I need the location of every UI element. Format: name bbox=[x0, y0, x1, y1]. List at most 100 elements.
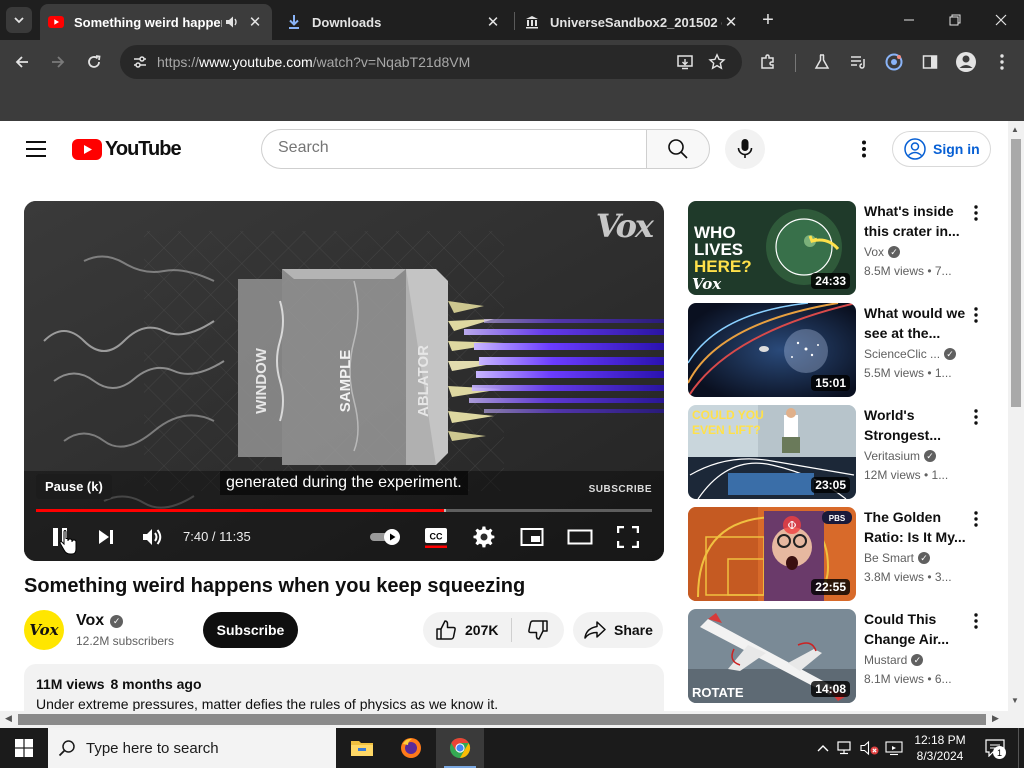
fullscreen-button[interactable] bbox=[614, 523, 642, 551]
youtube-logo[interactable]: YouTube bbox=[72, 137, 182, 161]
recommendation-item[interactable]: 15:01 What would we see at the... Scienc… bbox=[688, 303, 992, 397]
firefox-button[interactable] bbox=[387, 728, 435, 768]
subtitles-button[interactable]: CC bbox=[422, 523, 450, 551]
next-button[interactable] bbox=[92, 523, 120, 551]
scroll-down-arrow-icon[interactable]: ▼ bbox=[1011, 696, 1019, 705]
tab-universe-sandbox[interactable]: UniverseSandbox2_201502 dir ✕ bbox=[516, 4, 748, 40]
video-thumbnail[interactable]: ROTATE 14:08 bbox=[688, 609, 856, 703]
recommendation-item[interactable]: WHO LIVES HERE? Vox 24:33 What's inside … bbox=[688, 201, 992, 295]
media-control-button[interactable] bbox=[844, 48, 872, 76]
scroll-left-arrow-icon[interactable]: ◀ bbox=[5, 713, 12, 724]
subscribe-watermark[interactable]: SUBSCRIBE bbox=[589, 484, 652, 495]
notification-center-button[interactable]: 1 bbox=[980, 728, 1010, 768]
scroll-right-arrow-icon[interactable]: ▶ bbox=[992, 713, 999, 724]
profile-button[interactable] bbox=[952, 48, 980, 76]
youtube-wordmark: YouTube bbox=[105, 137, 182, 160]
guide-menu-icon[interactable] bbox=[20, 135, 52, 163]
reload-button[interactable] bbox=[80, 48, 108, 76]
search-box[interactable] bbox=[261, 129, 647, 169]
channel-avatar[interactable]: Vox bbox=[24, 610, 64, 650]
taskbar-search-box[interactable]: Type here to search bbox=[48, 728, 336, 768]
google-lens-button[interactable] bbox=[880, 48, 908, 76]
recommendation-item[interactable]: Φ PBS 22:55 The Golden Ratio: Is It My..… bbox=[688, 507, 992, 601]
fullscreen-icon bbox=[617, 526, 639, 548]
mute-button[interactable] bbox=[139, 523, 167, 551]
theater-mode-button[interactable] bbox=[566, 523, 594, 551]
recommendation-menu-icon[interactable] bbox=[964, 507, 988, 531]
progress-bar[interactable] bbox=[36, 509, 652, 512]
close-window-button[interactable] bbox=[978, 0, 1024, 40]
input-indicator-button[interactable] bbox=[884, 728, 904, 768]
share-button[interactable]: Share bbox=[573, 612, 663, 648]
settings-button[interactable] bbox=[470, 523, 498, 551]
recommendation-channel[interactable]: Veritasium ✓ bbox=[864, 449, 937, 463]
recommendation-item[interactable]: COULD YOU EVEN LIFT? 23:05 World's Stron… bbox=[688, 405, 992, 499]
extensions-button[interactable] bbox=[754, 48, 782, 76]
recommendation-menu-icon[interactable] bbox=[964, 405, 988, 429]
chrome-button[interactable] bbox=[436, 728, 484, 768]
search-input[interactable] bbox=[278, 139, 628, 157]
network-button[interactable] bbox=[836, 728, 856, 768]
side-panel-button[interactable] bbox=[916, 48, 944, 76]
bookmark-star-icon[interactable] bbox=[708, 53, 726, 71]
recommendation-menu-icon[interactable] bbox=[964, 303, 988, 327]
tab-downloads[interactable]: Downloads ✕ bbox=[278, 4, 510, 40]
voice-search-button[interactable] bbox=[725, 129, 765, 169]
volume-tray-button[interactable] bbox=[860, 728, 880, 768]
close-tab-icon[interactable]: ✕ bbox=[484, 13, 502, 31]
forward-button[interactable] bbox=[44, 48, 72, 76]
install-app-icon[interactable] bbox=[676, 53, 694, 71]
restore-button[interactable] bbox=[932, 0, 978, 40]
channel-name[interactable]: Vox ✓ bbox=[76, 612, 124, 630]
video-thumbnail[interactable]: 15:01 bbox=[688, 303, 856, 397]
recommendation-channel[interactable]: ScienceClic ... ✓ bbox=[864, 347, 957, 361]
taskbar-clock[interactable]: 12:18 PM 8/3/2024 bbox=[906, 732, 974, 764]
show-desktop-button[interactable] bbox=[1018, 728, 1024, 768]
back-button[interactable] bbox=[8, 48, 36, 76]
video-player[interactable]: WINDOW SAMPLE ABLATOR Vox Pause (k) gene… bbox=[24, 201, 664, 561]
recommendation-menu-icon[interactable] bbox=[964, 201, 988, 225]
video-thumbnail[interactable]: Φ PBS 22:55 bbox=[688, 507, 856, 601]
horizontal-scrollbar[interactable]: ◀ ▶ bbox=[0, 711, 1024, 728]
video-thumbnail[interactable]: COULD YOU EVEN LIFT? 23:05 bbox=[688, 405, 856, 499]
start-button[interactable] bbox=[0, 728, 48, 768]
labs-button[interactable] bbox=[808, 48, 836, 76]
new-tab-button[interactable]: + bbox=[756, 8, 780, 32]
recommendation-channel[interactable]: Vox ✓ bbox=[864, 245, 901, 259]
scroll-up-arrow-icon[interactable]: ▲ bbox=[1011, 125, 1019, 134]
address-bar[interactable]: https://www.youtube.com/watch?v=NqabT21d… bbox=[120, 45, 742, 79]
horizontal-scrollbar-thumb[interactable] bbox=[18, 714, 986, 725]
show-hidden-icons-button[interactable] bbox=[814, 728, 832, 768]
search-button[interactable] bbox=[646, 129, 710, 169]
site-settings-icon[interactable] bbox=[128, 50, 152, 74]
recommendation-title[interactable]: What would we see at the... bbox=[864, 303, 968, 343]
recommendation-title[interactable]: World's Strongest... bbox=[864, 405, 968, 445]
close-tab-icon[interactable]: ✕ bbox=[246, 13, 264, 31]
recommendation-item[interactable]: ROTATE 14:08 Could This Change Air... Mu… bbox=[688, 609, 992, 703]
sign-in-button[interactable]: Sign in bbox=[892, 131, 991, 167]
file-explorer-button[interactable] bbox=[338, 728, 386, 768]
vertical-scrollbar[interactable]: ▲ ▼ bbox=[1008, 121, 1024, 711]
recommendation-title[interactable]: Could This Change Air... bbox=[864, 609, 968, 649]
profile-icon bbox=[956, 52, 976, 72]
recommendation-title[interactable]: The Golden Ratio: Is It My... bbox=[864, 507, 968, 547]
video-thumbnail[interactable]: WHO LIVES HERE? Vox 24:33 bbox=[688, 201, 856, 295]
subscribe-button[interactable]: Subscribe bbox=[203, 612, 298, 648]
speaker-icon[interactable] bbox=[224, 14, 240, 30]
close-tab-icon[interactable]: ✕ bbox=[722, 13, 740, 31]
browser-menu-button[interactable] bbox=[988, 48, 1016, 76]
recommendation-title[interactable]: What's inside this crater in... bbox=[864, 201, 968, 241]
miniplayer-button[interactable] bbox=[518, 523, 546, 551]
recommendation-channel[interactable]: Be Smart ✓ bbox=[864, 551, 931, 565]
recommendation-menu-icon[interactable] bbox=[964, 609, 988, 633]
recommendation-channel[interactable]: Mustard ✓ bbox=[864, 653, 924, 667]
dislike-button[interactable] bbox=[512, 612, 564, 648]
minimize-button[interactable] bbox=[886, 0, 932, 40]
tab-youtube[interactable]: Something weird happens ✕ bbox=[40, 4, 272, 40]
like-button[interactable]: 207K bbox=[423, 612, 511, 648]
vertical-scrollbar-thumb[interactable] bbox=[1011, 139, 1021, 407]
subtitle-caption: generated during the experiment. bbox=[220, 471, 468, 495]
autoplay-toggle[interactable] bbox=[368, 523, 404, 551]
tab-search-button[interactable] bbox=[6, 7, 32, 33]
settings-menu-button[interactable] bbox=[852, 137, 876, 161]
